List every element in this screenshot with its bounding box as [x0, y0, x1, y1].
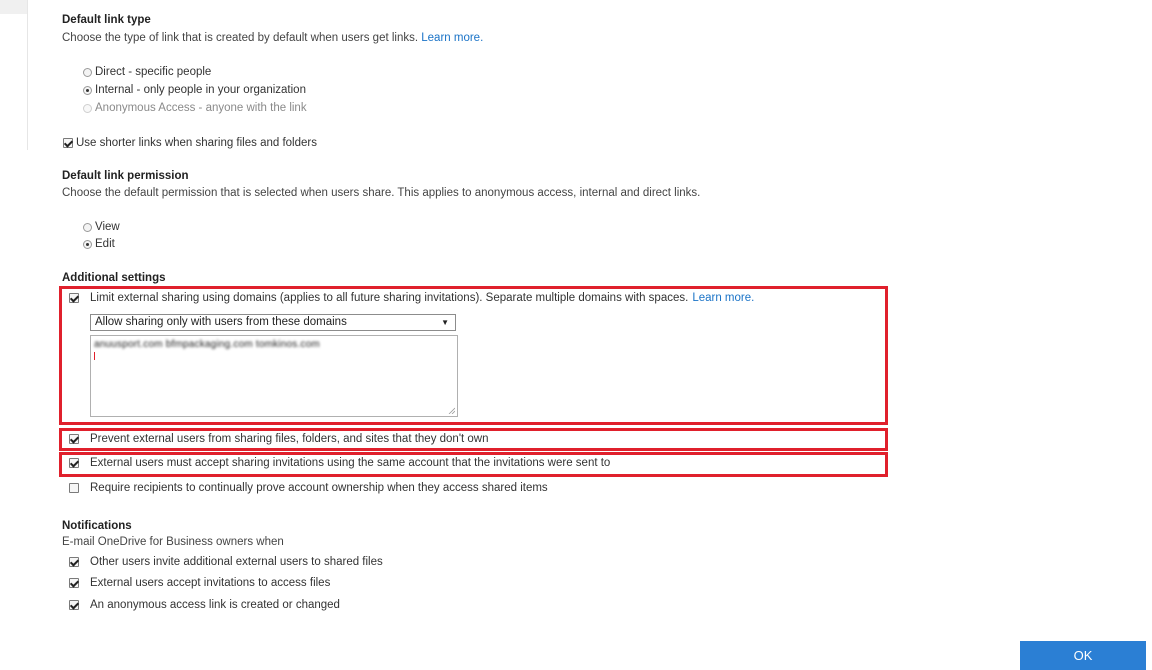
limit-domains-label: Limit external sharing using domains (ap… — [90, 292, 689, 304]
radio-anonymous-label: Anonymous Access - anyone with the link — [95, 102, 307, 114]
same-account-option[interactable]: External users must accept sharing invit… — [69, 457, 610, 469]
dropdown-arrow-icon: ▼ — [441, 318, 449, 327]
radio-internal-label: Internal - only people in your organizat… — [95, 84, 306, 96]
notify-accept-label: External users accept invitations to acc… — [90, 577, 331, 589]
radio-view-label: View — [95, 221, 120, 233]
prevent-resharing-label: Prevent external users from sharing file… — [90, 433, 489, 445]
notify-anonymous-label: An anonymous access link is created or c… — [90, 599, 340, 611]
radio-edit[interactable] — [83, 239, 92, 249]
nav-tab-edge — [0, 0, 27, 14]
prevent-resharing-option[interactable]: Prevent external users from sharing file… — [69, 433, 489, 445]
radio-option-direct[interactable]: Direct - specific people — [83, 66, 211, 78]
notify-accept-option[interactable]: External users accept invitations to acc… — [69, 577, 330, 589]
link-type-learn-more-link[interactable]: Learn more. — [421, 32, 483, 44]
link-permission-description: Choose the default permission that is se… — [62, 187, 701, 199]
radio-option-internal[interactable]: Internal - only people in your organizat… — [83, 84, 306, 96]
domain-mode-select-value: Allow sharing only with users from these… — [95, 316, 347, 328]
notify-invite-checkbox[interactable] — [69, 557, 79, 567]
same-account-label: External users must accept sharing invit… — [90, 457, 611, 469]
notify-anonymous-option[interactable]: An anonymous access link is created or c… — [69, 599, 340, 611]
radio-anonymous — [83, 103, 92, 113]
domain-mode-select[interactable]: Allow sharing only with users from these… — [90, 314, 456, 331]
prevent-resharing-checkbox[interactable] — [69, 434, 79, 444]
radio-view[interactable] — [83, 222, 92, 232]
radio-edit-label: Edit — [95, 238, 115, 250]
radio-direct[interactable] — [83, 67, 92, 77]
limit-domains-learn-more-link[interactable]: Learn more. — [692, 292, 754, 304]
shorter-links-checkbox[interactable] — [63, 138, 73, 148]
shorter-links-label: Use shorter links when sharing files and… — [76, 137, 317, 149]
left-divider — [27, 0, 28, 150]
link-type-description: Choose the type of link that is created … — [62, 32, 483, 44]
prove-ownership-option[interactable]: Require recipients to continually prove … — [69, 482, 548, 494]
limit-domains-checkbox[interactable] — [69, 293, 79, 303]
prove-ownership-label: Require recipients to continually prove … — [90, 482, 548, 494]
domains-textarea[interactable]: anuusport.com bfmpackaging.com tomkinos.… — [90, 335, 458, 417]
prove-ownership-checkbox[interactable] — [69, 483, 79, 493]
ok-button[interactable]: OK — [1020, 641, 1146, 670]
limit-domains-option[interactable]: Limit external sharing using domains (ap… — [69, 292, 754, 304]
radio-option-anonymous: Anonymous Access - anyone with the link — [83, 102, 307, 114]
link-type-heading: Default link type — [62, 14, 151, 26]
notify-invite-label: Other users invite additional external u… — [90, 556, 383, 568]
notifications-heading: Notifications — [62, 520, 132, 532]
same-account-checkbox[interactable] — [69, 458, 79, 468]
radio-direct-label: Direct - specific people — [95, 66, 212, 78]
additional-settings-heading: Additional settings — [62, 272, 166, 284]
link-type-description-text: Choose the type of link that is created … — [62, 32, 419, 44]
notify-invite-option[interactable]: Other users invite additional external u… — [69, 556, 383, 568]
radio-option-edit[interactable]: Edit — [83, 238, 115, 250]
radio-internal[interactable] — [83, 85, 92, 95]
text-cursor — [94, 352, 95, 360]
link-permission-heading: Default link permission — [62, 170, 189, 182]
notify-anonymous-checkbox[interactable] — [69, 600, 79, 610]
radio-option-view[interactable]: View — [83, 221, 120, 233]
notify-accept-checkbox[interactable] — [69, 578, 79, 588]
domains-textarea-text: anuusport.com bfmpackaging.com tomkinos.… — [94, 339, 320, 350]
shorter-links-option[interactable]: Use shorter links when sharing files and… — [63, 137, 317, 149]
notifications-description: E-mail OneDrive for Business owners when — [62, 536, 284, 548]
resize-grip-icon[interactable] — [448, 407, 455, 414]
